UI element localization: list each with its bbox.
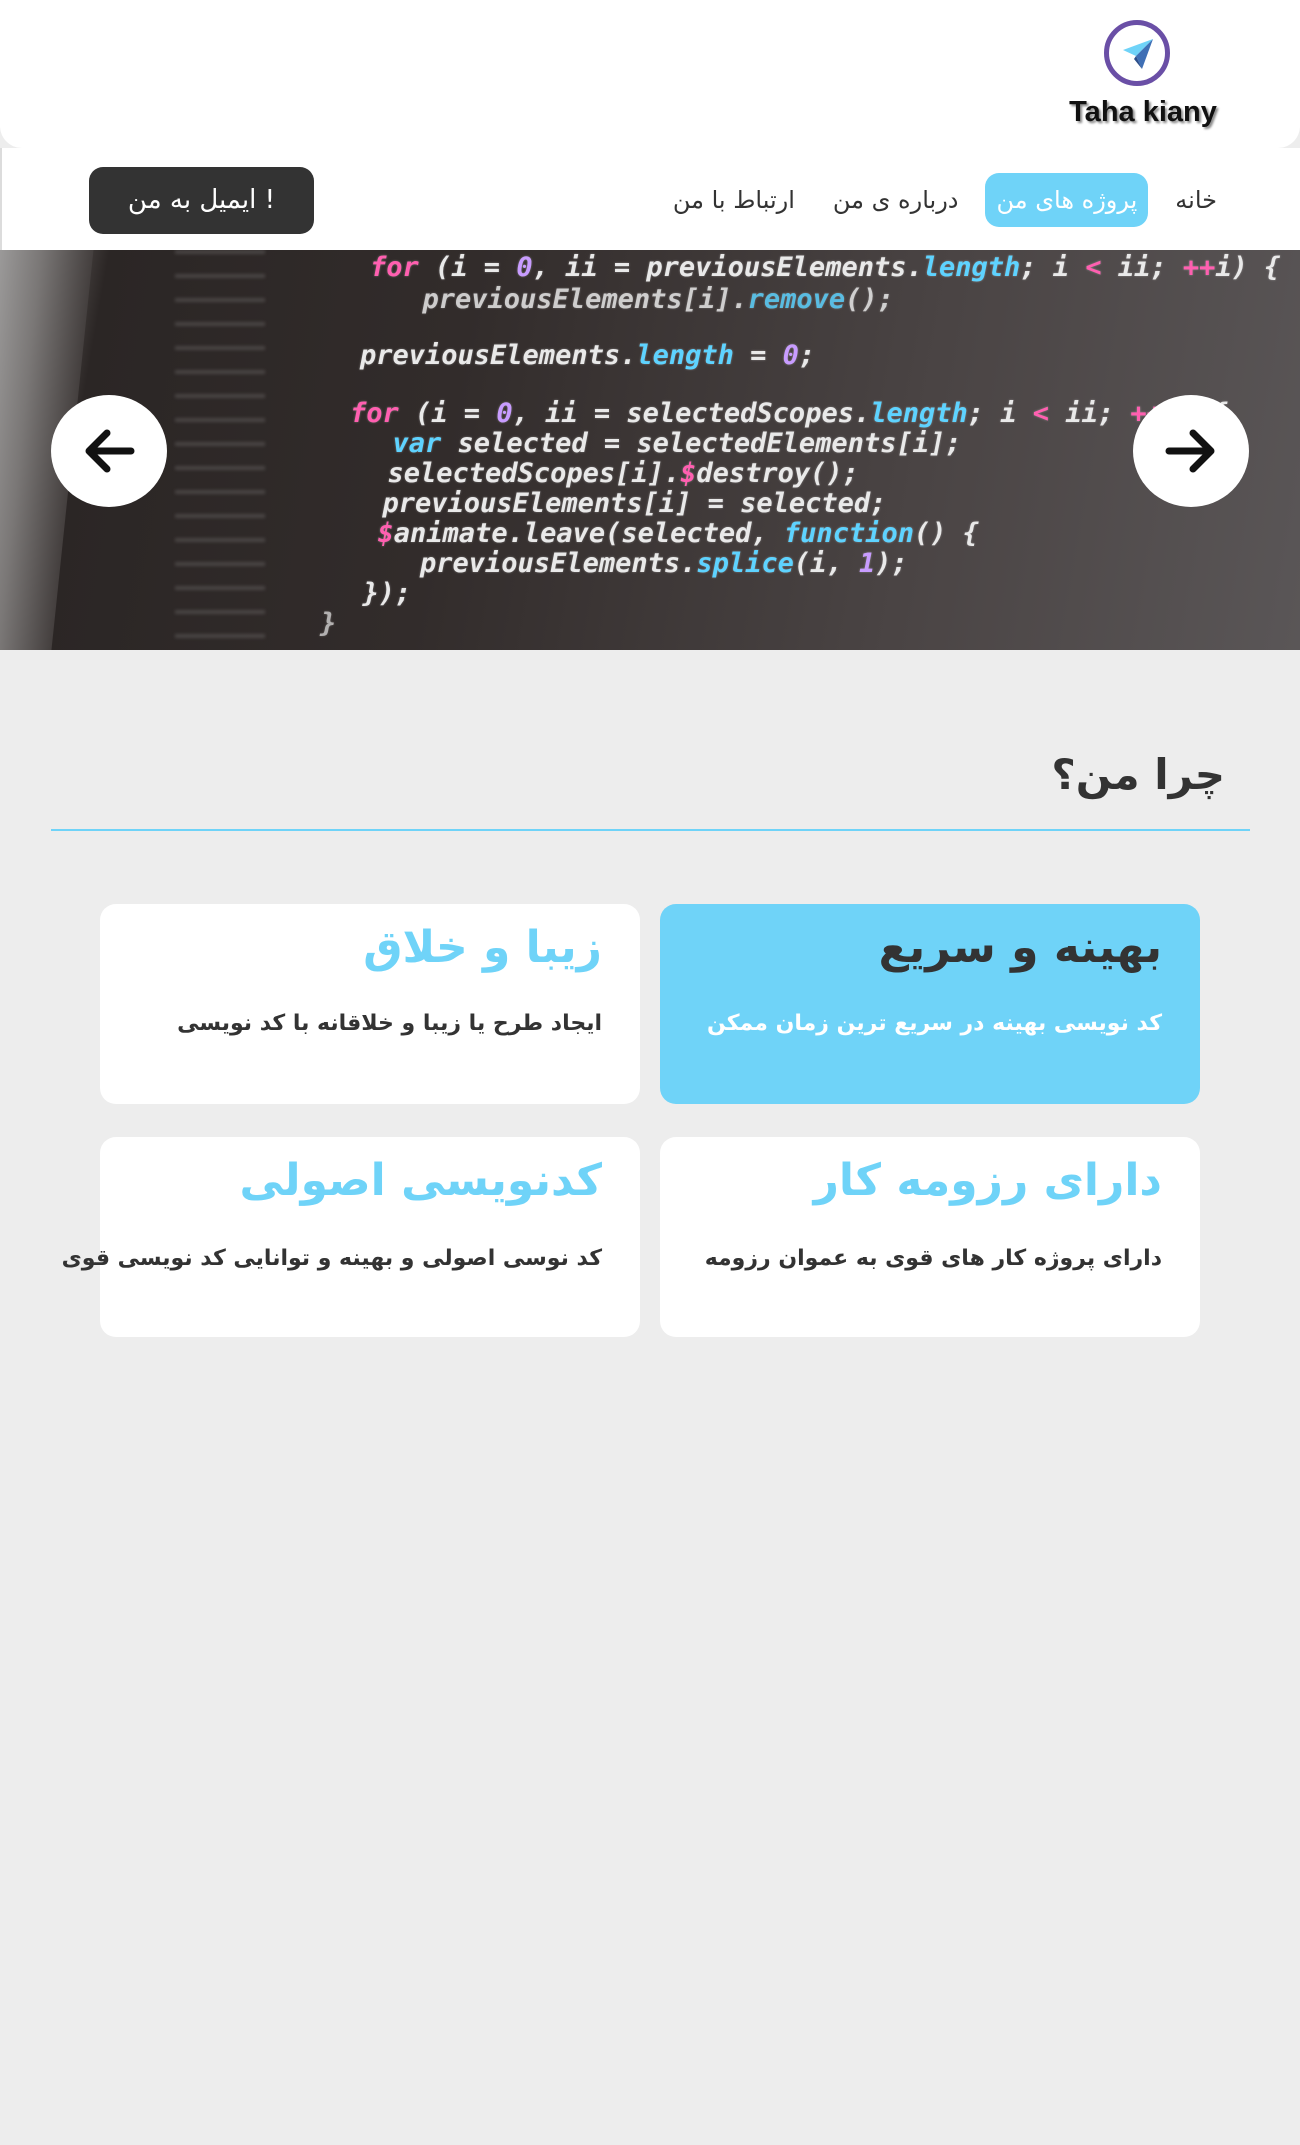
feature-card-fast[interactable]: بهینه و سریع کد نویسی بهینه در سریع ترین… <box>660 904 1200 1104</box>
site-header: Taha kiany <box>0 0 1300 148</box>
hero-slider: for (i = 0, ii = previousElements.length… <box>0 250 1300 650</box>
send-icon <box>1104 20 1170 86</box>
slider-prev-button[interactable] <box>51 395 167 507</box>
feature-card-desc: دارای پروژه کار های قوی به عموان رزومه <box>704 1246 1162 1271</box>
nav-item-projects[interactable]: پروژه های من <box>985 173 1149 227</box>
feature-card-creative[interactable]: زیبا و خلاق ایجاد طرح یا زیبا و خلاقانه … <box>100 904 640 1104</box>
slider-next-button[interactable] <box>1133 395 1249 507</box>
arrow-right-icon <box>1165 429 1215 473</box>
nav-item-home[interactable]: خانه <box>1164 173 1228 227</box>
slide-image-code: for (i = 0, ii = previousElements.length… <box>320 252 1281 639</box>
email-me-button[interactable]: ایمیل به من ! <box>89 167 314 234</box>
main-nav: خانه پروژه های من درباره ی من ارتباط با … <box>0 148 1300 250</box>
feature-card-resume[interactable]: دارای رزومه کار دارای پروژه کار های قوی … <box>660 1137 1200 1337</box>
slide-image-gutter <box>175 250 265 650</box>
nav-item-contact[interactable]: ارتباط با من <box>662 173 806 227</box>
arrow-left-icon <box>85 429 135 473</box>
logo-text: Taha kiany <box>1069 96 1217 128</box>
why-me-title: چرا من؟ <box>1051 750 1225 799</box>
feature-card-principled[interactable]: کدنویسی اصولی کد نوسی اصولی و بهینه و تو… <box>61 1137 640 1337</box>
nav-menu: خانه پروژه های من درباره ی من ارتباط با … <box>662 173 1228 227</box>
section-divider <box>51 829 1250 831</box>
feature-card-title: زیبا و خلاق <box>363 922 602 973</box>
feature-card-desc: کد نوسی اصولی و بهینه و توانایی کد نویسی… <box>61 1246 602 1271</box>
feature-card-title: دارای رزومه کار <box>813 1155 1162 1206</box>
feature-card-title: کدنویسی اصولی <box>239 1155 602 1206</box>
feature-card-desc: ایجاد طرح یا زیبا و خلاقانه با کد نویسی <box>177 1011 602 1036</box>
logo[interactable]: Taha kiany <box>1068 20 1218 130</box>
feature-card-title: بهینه و سریع <box>878 922 1162 973</box>
nav-item-about[interactable]: درباره ی من <box>822 173 970 227</box>
feature-card-desc: کد نویسی بهینه در سریع ترین زمان ممکن <box>706 1011 1162 1036</box>
